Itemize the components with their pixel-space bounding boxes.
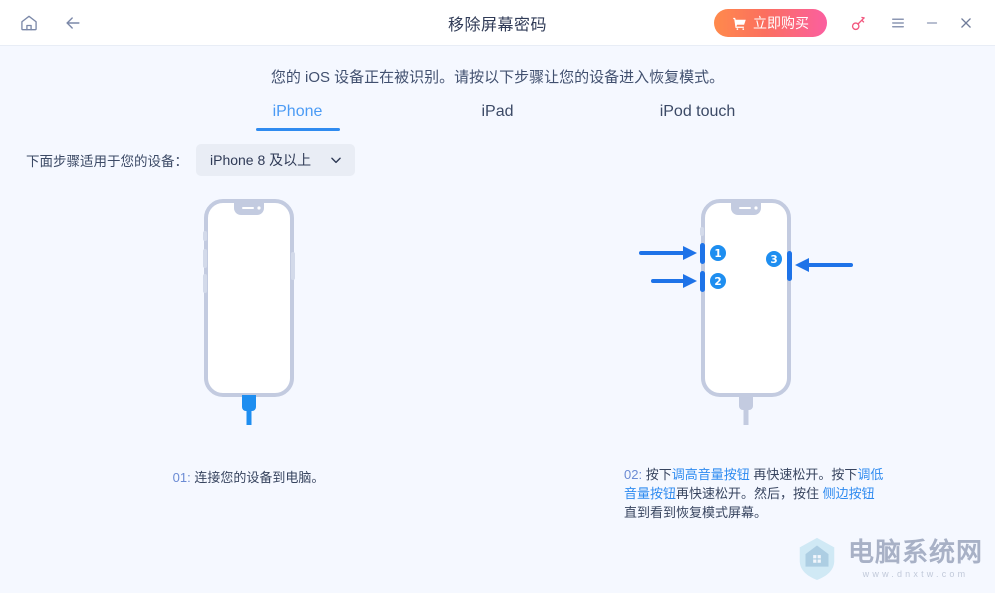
tab-ipad[interactable]: iPad — [453, 99, 543, 131]
cart-icon — [732, 16, 747, 31]
titlebar-left-controls — [16, 10, 86, 36]
step-01-text: 连接您的设备到电脑。 — [194, 470, 325, 485]
watermark: 电脑系统网 www.dnxtw.com — [794, 534, 983, 585]
step-01-caption: 01: 连接您的设备到电脑。 — [173, 468, 325, 487]
svg-text:3: 3 — [770, 254, 777, 266]
minimize-icon[interactable] — [915, 0, 949, 46]
watermark-sub: www.dnxtw.com — [862, 569, 969, 579]
status-subtitle: 您的 iOS 设备正在被识别。请按以下步骤让您的设备进入恢复模式。 — [270, 69, 725, 86]
buy-now-label: 立即购买 — [753, 15, 809, 31]
step-02-part-6: 直到看到恢复模式屏幕。 — [624, 505, 768, 520]
step-01: 01: 连接您的设备到电脑。 — [0, 195, 497, 522]
device-type-tabs: iPhone iPad iPod touch — [0, 99, 995, 131]
iphone-cable-illustration — [174, 195, 324, 430]
iphone-buttons-illustration: 1 2 3 — [631, 195, 861, 430]
step-01-number: 01: — [172, 470, 191, 485]
device-model-dropdown[interactable]: iPhone 8 及以上 — [196, 144, 356, 176]
title-bar: 移除屏幕密码 立即购买 — [0, 0, 995, 46]
recovery-steps: 01: 连接您的设备到电脑。 1 2 3 02: 按下调高音量按钮 再快速松开。… — [0, 195, 995, 522]
back-arrow-icon[interactable] — [60, 10, 86, 36]
step-02-part-4: 再快速松开。然后，按住 — [676, 486, 823, 501]
tab-iphone[interactable]: iPhone — [253, 99, 343, 131]
device-model-value: iPhone 8 及以上 — [210, 152, 312, 168]
step-02: 1 2 3 02: 按下调高音量按钮 再快速松开。按下调低音量按钮再快速松开。然… — [497, 195, 995, 522]
home-icon[interactable] — [16, 10, 42, 36]
step-02-caption: 02: 按下调高音量按钮 再快速松开。按下调低音量按钮再快速松开。然后，按住 侧… — [624, 465, 886, 522]
key-icon[interactable] — [841, 0, 875, 46]
watermark-text: 电脑系统网 www.dnxtw.com — [848, 540, 983, 579]
chevron-down-icon — [329, 153, 343, 167]
watermark-main: 电脑系统网 — [847, 538, 983, 568]
step-02-part-2: 再快速松开。按下 — [749, 467, 858, 482]
close-icon[interactable] — [949, 0, 983, 46]
tab-ipod-touch[interactable]: iPod touch — [653, 99, 743, 131]
device-select-row: 下面步骤适用于您的设备： iPhone 8 及以上 — [26, 144, 356, 176]
app-window: 移除屏幕密码 立即购买 您的 iOS 设备正在被识别。请按以下步骤让您的设备进入… — [0, 0, 995, 593]
svg-text:2: 2 — [714, 276, 721, 288]
step-02-part-1: 调高音量按钮 — [671, 467, 750, 482]
svg-text:1: 1 — [714, 248, 721, 260]
house-shield-logo — [794, 534, 840, 585]
titlebar-right-controls: 立即购买 — [714, 0, 983, 46]
buy-now-button[interactable]: 立即购买 — [714, 9, 827, 37]
step-02-number: 02: — [624, 467, 643, 482]
step-02-part-0: 按下 — [645, 467, 672, 482]
hamburger-menu-icon[interactable] — [881, 0, 915, 46]
step-02-part-5: 侧边按钮 — [822, 486, 875, 501]
device-select-label: 下面步骤适用于您的设备： — [26, 154, 188, 169]
